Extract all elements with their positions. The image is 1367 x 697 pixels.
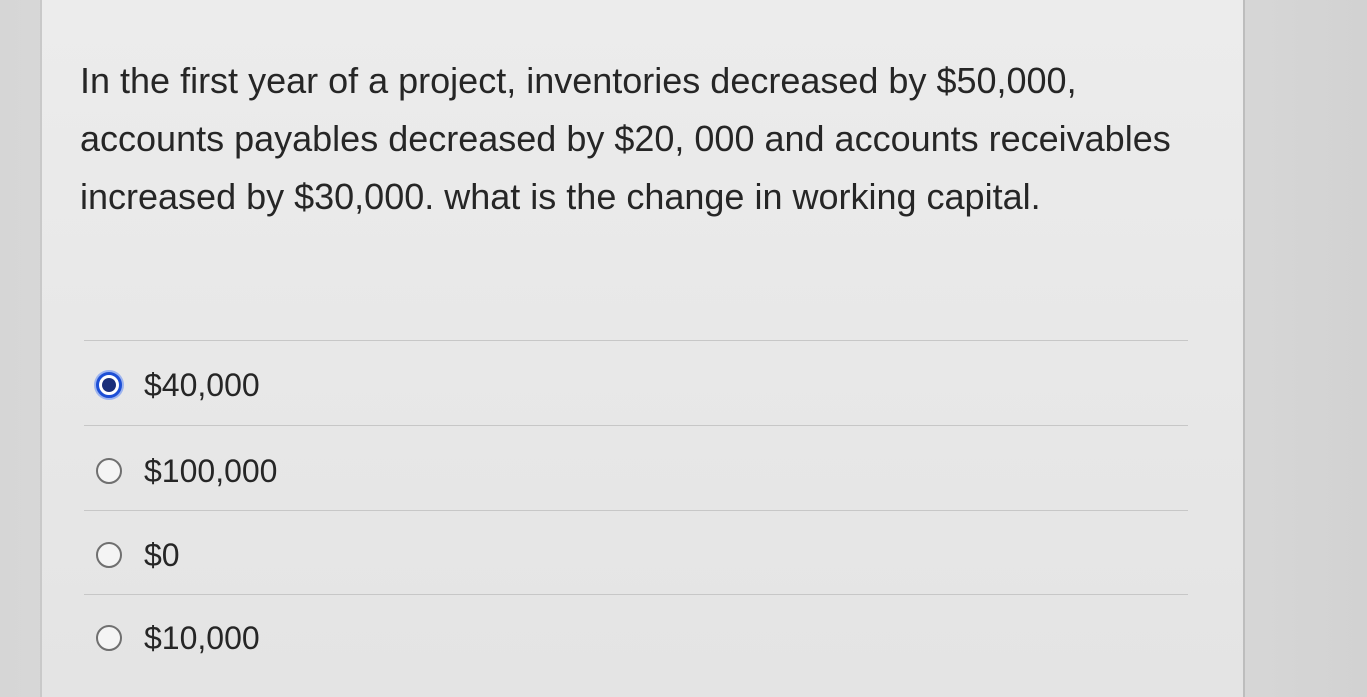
panel-right-border	[1243, 0, 1245, 697]
answer-option-label: $10,000	[144, 619, 260, 656]
radio-button[interactable]	[96, 542, 122, 568]
radio-button-selected[interactable]	[96, 372, 122, 398]
option-divider	[84, 594, 1188, 595]
question-text: In the first year of a project, inventor…	[80, 60, 1171, 217]
radio-button[interactable]	[96, 458, 122, 484]
option-divider	[84, 425, 1188, 426]
answer-option-label: $40,000	[144, 366, 260, 403]
answer-option-2[interactable]: $100,000	[96, 448, 277, 494]
answer-option-label: $0	[144, 536, 180, 573]
radio-button[interactable]	[96, 625, 122, 651]
screen: In the first year of a project, inventor…	[0, 0, 1367, 697]
answer-option-4[interactable]: $10,000	[96, 615, 260, 661]
option-divider	[84, 510, 1188, 511]
answer-option-3[interactable]: $0	[96, 532, 180, 578]
answer-option-1[interactable]: $40,000	[96, 362, 260, 408]
question-divider	[84, 340, 1188, 341]
answer-option-label: $100,000	[144, 452, 278, 489]
panel-left-border	[40, 0, 42, 697]
radio-dot	[102, 378, 116, 392]
